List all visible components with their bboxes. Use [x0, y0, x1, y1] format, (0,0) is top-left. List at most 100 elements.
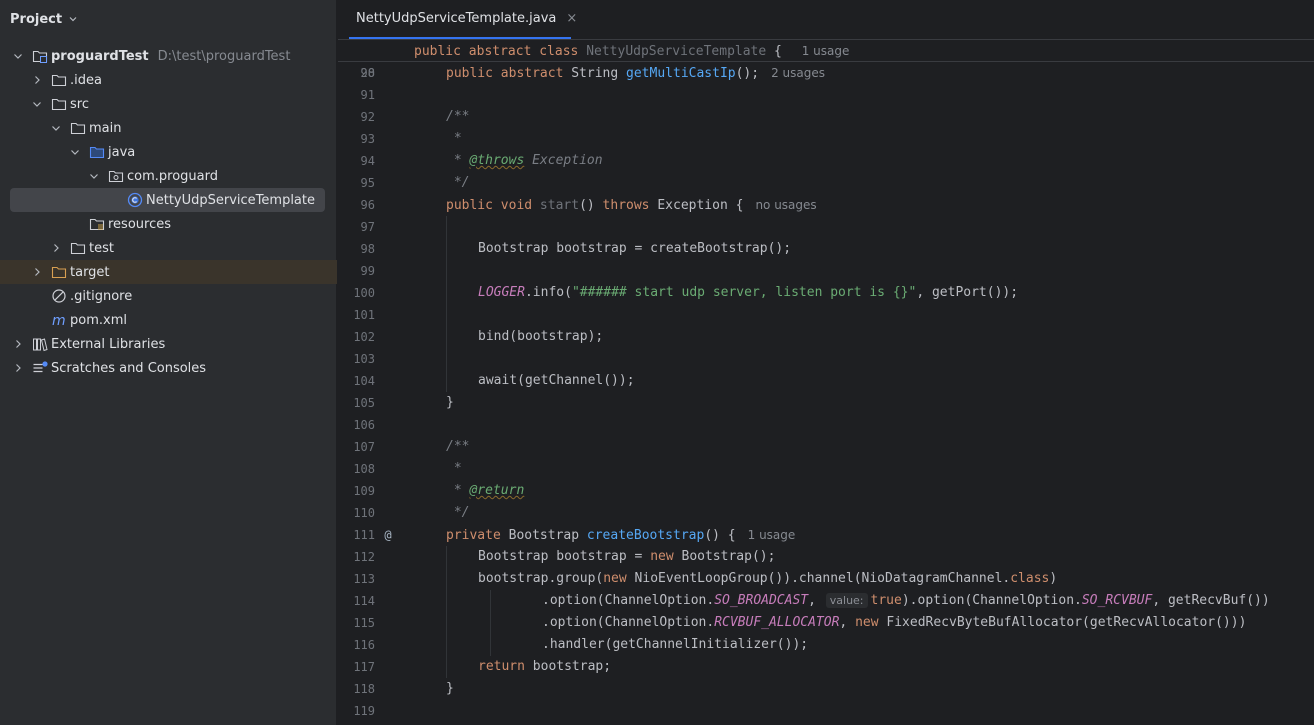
code-line[interactable]: 117 return bootstrap; [338, 656, 1314, 678]
code-line[interactable]: 91 [338, 84, 1314, 106]
code-token: throws [602, 198, 658, 213]
code-editor[interactable]: 28 public abstract class NettyUdpService… [338, 40, 1314, 725]
code-line[interactable]: 104 await(getChannel()); [338, 370, 1314, 392]
editor-tab-bar: NettyUdpServiceTemplate.java × [338, 0, 1314, 40]
tree-item[interactable]: m pom.xml [0, 308, 337, 332]
line-number: 105 [353, 396, 375, 410]
code-token: , [839, 615, 856, 630]
code-line[interactable]: 110 */ [338, 502, 1314, 524]
usages-hint[interactable]: 1 usage [748, 528, 796, 542]
sticky-line[interactable]: 28 public abstract class NettyUdpService… [338, 40, 1314, 80]
indent-guide [446, 546, 447, 678]
code-content: public abstract String getMultiCastIp();… [446, 62, 825, 85]
usages-hint[interactable]: 1 usage [802, 44, 850, 58]
code-line[interactable]: 95 */ [338, 172, 1314, 194]
code-line[interactable]: 107 /** [338, 436, 1314, 458]
code-line[interactable]: 92/** [338, 106, 1314, 128]
code-token: * [446, 461, 462, 476]
tree-item[interactable]: java [0, 140, 337, 164]
code-line[interactable]: 103 [338, 348, 1314, 370]
code-token: @return [469, 483, 525, 498]
code-content: */ [446, 502, 470, 524]
tree-item[interactable]: main [0, 116, 337, 140]
code-line[interactable]: 98 Bootstrap bootstrap = createBootstrap(… [338, 238, 1314, 260]
chevron-down-icon[interactable] [12, 50, 24, 62]
chevron-right-icon[interactable] [31, 74, 43, 86]
project-panel: Project proguardTest D:\test\proguardTest… [0, 0, 337, 725]
chevron-down-icon[interactable] [31, 98, 43, 110]
code-line[interactable]: 118} [338, 678, 1314, 700]
tree-item-label: resources [108, 216, 172, 232]
code-token: bootstrap; [532, 659, 612, 674]
chevron-down-icon[interactable] [88, 170, 100, 182]
code-line[interactable]: 108 * [338, 458, 1314, 480]
code-token: , [808, 593, 824, 608]
code-line[interactable]: 111 @ private Bootstrap createBootstrap() … [338, 524, 1314, 546]
code-line[interactable]: 94 * @throws Exception [338, 150, 1314, 172]
folder-icon [51, 98, 67, 111]
usages-hint[interactable]: 2 usages [771, 66, 825, 80]
chevron-down-icon[interactable] [50, 122, 62, 134]
tree-item[interactable]: target [0, 260, 337, 284]
code-line[interactable]: 105} [338, 392, 1314, 414]
code-token: FixedRecvByteBufAllocator(getRecvAllocat… [886, 615, 1247, 630]
code-token: public abstract class [414, 44, 587, 59]
tree-item-label: com.proguard [127, 168, 218, 184]
code-token: start [539, 198, 580, 213]
code-token: ).option(ChannelOption. [901, 593, 1082, 608]
tree-item[interactable]: .gitignore [0, 284, 337, 308]
code-line[interactable]: 109 * @return [338, 480, 1314, 502]
code-line[interactable]: 112 Bootstrap bootstrap = new Bootstrap()… [338, 546, 1314, 568]
chevron-right-icon[interactable] [31, 266, 43, 278]
line-number: 106 [353, 418, 375, 432]
code-token: .option(ChannelOption. [542, 593, 715, 608]
code-line[interactable]: 106 [338, 414, 1314, 436]
chevron-right-icon[interactable] [12, 362, 24, 374]
code-token: () [579, 198, 603, 213]
code-line[interactable]: 99 [338, 260, 1314, 282]
code-line[interactable]: 90 public abstract String getMultiCastIp(… [338, 62, 1314, 84]
code-line[interactable]: 97 [338, 216, 1314, 238]
close-icon[interactable]: × [566, 11, 577, 26]
code-line[interactable]: 114 .option(ChannelOption.SO_BROADCAST, v… [338, 590, 1314, 612]
module-folder-icon [32, 50, 48, 63]
chevron-right-icon[interactable] [50, 242, 62, 254]
code-line[interactable]: 119 [338, 700, 1314, 722]
code-line[interactable]: 96 public void start() throws Exception {… [338, 194, 1314, 216]
libraries-icon [33, 338, 48, 352]
tree-item[interactable]: test [0, 236, 337, 260]
tree-item-label: External Libraries [51, 336, 166, 352]
project-panel-header[interactable]: Project [10, 9, 78, 29]
tree-item-label: Scratches and Consoles [51, 360, 207, 376]
tree-item[interactable]: proguardTest D:\test\proguardTest [0, 44, 337, 68]
project-panel-title: Project [10, 11, 63, 27]
chevron-down-icon[interactable] [68, 14, 78, 24]
code-token: await(getChannel()); [478, 373, 635, 388]
tree-item[interactable]: com.proguard [0, 164, 337, 188]
code-line[interactable]: 100 LOGGER.info("###### start udp server,… [338, 282, 1314, 304]
editor-tab[interactable]: NettyUdpServiceTemplate.java × [349, 0, 577, 39]
tree-item[interactable]: NettyUdpServiceTemplate [0, 188, 337, 212]
code-line[interactable]: 115 .option(ChannelOption.RCVBUF_ALLOCATO… [338, 612, 1314, 634]
excluded-folder-icon [51, 266, 67, 279]
folder-icon [70, 122, 86, 135]
tree-item[interactable]: .idea [0, 68, 337, 92]
usages-hint[interactable]: no usages [755, 198, 816, 212]
code-token: public void [446, 198, 540, 213]
chevron-right-icon[interactable] [12, 338, 24, 350]
annotation-gutter-icon[interactable]: @ [381, 528, 395, 542]
code-content: } [446, 678, 454, 700]
tree-item[interactable]: Scratches and Consoles [0, 356, 337, 380]
code-line[interactable]: 102 bind(bootstrap); [338, 326, 1314, 348]
code-line[interactable]: 113 bootstrap.group(new NioEventLoopGroup… [338, 568, 1314, 590]
code-token: private [446, 528, 509, 543]
tree-item[interactable]: src [0, 92, 337, 116]
code-line[interactable]: 93 * [338, 128, 1314, 150]
chevron-down-icon[interactable] [69, 146, 81, 158]
line-number: 117 [353, 660, 375, 674]
scratches-icon [33, 361, 48, 373]
tree-item[interactable]: External Libraries [0, 332, 337, 356]
tree-item[interactable]: resources [0, 212, 337, 236]
code-line[interactable]: 101 [338, 304, 1314, 326]
code-line[interactable]: 116 .handler(getChannelInitializer()); [338, 634, 1314, 656]
